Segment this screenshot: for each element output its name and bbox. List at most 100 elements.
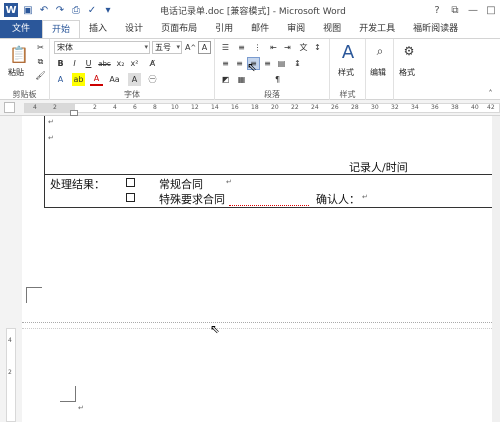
- ruler-tick: 24: [311, 104, 319, 111]
- paragraph-mark: ↵: [78, 404, 84, 412]
- tab-foxit-reader[interactable]: 福昕阅读器: [404, 20, 467, 38]
- tab-view[interactable]: 视图: [314, 20, 350, 38]
- spelling-underline: [229, 204, 309, 206]
- grow-font-icon[interactable]: A ^: [184, 41, 197, 54]
- tab-selector[interactable]: [4, 102, 15, 113]
- vruler-tick: 2: [8, 369, 12, 376]
- styles-icon[interactable]: A: [338, 41, 358, 63]
- tab-review[interactable]: 审阅: [278, 20, 314, 38]
- borders-icon[interactable]: ▦: [235, 73, 248, 86]
- tab-home[interactable]: 开始: [42, 20, 81, 38]
- char-shading-icon[interactable]: A: [128, 73, 141, 86]
- document-area[interactable]: ↵ ↵ 记录人/时间 处理结果： 常规合同 ↵ 特殊要求合同 确认人： ↵ ↵ …: [22, 116, 500, 422]
- ruler-tick: 16: [231, 104, 239, 111]
- font-size-combo[interactable]: 五号 ▾: [152, 41, 182, 54]
- ribbon-display-button[interactable]: ⧉: [446, 0, 464, 20]
- ruler-band: 4 2 2 4 6 8 10 12 14 16 18 20 22 24 26 2…: [24, 103, 500, 113]
- checkbox-special-contract[interactable]: [126, 193, 135, 202]
- bold-icon[interactable]: B: [54, 57, 67, 70]
- cut-icon[interactable]: ✂: [34, 41, 47, 54]
- format-button[interactable]: 格式: [399, 67, 415, 78]
- tab-developer[interactable]: 开发工具: [350, 20, 404, 38]
- ruler-tick: 40: [471, 104, 479, 111]
- highlight-icon[interactable]: ab: [72, 73, 85, 86]
- crop-mark: [60, 386, 76, 402]
- paste-icon[interactable]: 📋: [8, 43, 30, 65]
- ruler-tick: 26: [331, 104, 339, 111]
- tab-insert[interactable]: 插入: [80, 20, 116, 38]
- ruler-tick: 2: [93, 104, 97, 111]
- horizontal-ruler[interactable]: 4 2 2 4 6 8 10 12 14 16 18 20 22 24 26 2…: [0, 100, 500, 116]
- font-color-icon[interactable]: A: [90, 73, 103, 86]
- enclose-char-icon[interactable]: ㊀: [146, 73, 159, 86]
- numbering-icon[interactable]: ≡: [235, 41, 248, 54]
- tab-references[interactable]: 引用: [206, 20, 242, 38]
- ruler-tick: 36: [431, 104, 439, 111]
- vertical-scrollbar[interactable]: [492, 116, 500, 422]
- print-preview-icon[interactable]: ⎙: [70, 4, 82, 16]
- show-marks-icon[interactable]: ¶: [271, 73, 284, 86]
- save-icon[interactable]: ▣: [22, 4, 34, 16]
- font-name-combo[interactable]: 宋体 ▾: [54, 41, 150, 54]
- line-spacing-icon[interactable]: ↨: [291, 57, 304, 70]
- window-title: 电话记录单.doc [兼容模式] - Microsoft Word: [160, 7, 346, 17]
- clear-format-icon[interactable]: A̸: [146, 57, 159, 70]
- justify-icon[interactable]: ≡: [261, 57, 274, 70]
- align-left-icon[interactable]: ≡: [219, 57, 232, 70]
- paste-button[interactable]: 粘贴: [8, 67, 24, 78]
- customize-toolbar-icon[interactable]: ▾: [102, 4, 114, 16]
- ruler-tick: 28: [351, 104, 359, 111]
- ruler-tick: 42: [487, 104, 495, 111]
- increase-indent-icon[interactable]: ⇥: [281, 41, 294, 54]
- format-painter-icon[interactable]: 🖌: [34, 69, 47, 82]
- copy-icon[interactable]: ⧉: [34, 55, 47, 68]
- shading-icon[interactable]: ◩: [219, 73, 232, 86]
- underline-icon[interactable]: U: [82, 57, 95, 70]
- ruler-tick: 6: [133, 104, 137, 111]
- char-border-icon[interactable]: A: [198, 41, 211, 54]
- subscript-icon[interactable]: x₂: [114, 57, 127, 70]
- ruler-tick: 14: [211, 104, 219, 111]
- chinese-layout-icon[interactable]: 文: [297, 41, 310, 54]
- editing-button[interactable]: 编辑: [370, 67, 386, 78]
- strikethrough-icon[interactable]: abc: [98, 57, 111, 70]
- tab-design[interactable]: 设计: [116, 20, 152, 38]
- change-case-icon[interactable]: Aa: [108, 73, 121, 86]
- table-bottom-border: [44, 207, 500, 208]
- undo-icon[interactable]: ↶: [38, 4, 50, 16]
- sort-icon[interactable]: ↕: [311, 41, 324, 54]
- format-icon[interactable]: ⚙: [401, 43, 417, 59]
- tab-page-layout[interactable]: 页面布局: [152, 20, 206, 38]
- ruler-tick: 12: [191, 104, 199, 111]
- styles-group-label: 样式: [339, 90, 356, 99]
- styles-group: A 样式 样式: [330, 39, 366, 101]
- ruler-tick: 20: [271, 104, 279, 111]
- vertical-ruler[interactable]: 4 2: [0, 116, 22, 422]
- text-effects-icon[interactable]: A: [54, 73, 67, 86]
- binoculars-icon[interactable]: ⌕: [372, 43, 388, 59]
- collapse-ribbon-icon[interactable]: ˄: [484, 87, 497, 100]
- ruler-tick: 32: [391, 104, 399, 111]
- align-center-icon[interactable]: ≡: [233, 57, 246, 70]
- checkbox-regular-contract[interactable]: [126, 178, 135, 187]
- superscript-icon[interactable]: x²: [128, 57, 141, 70]
- decrease-indent-icon[interactable]: ⇤: [267, 41, 280, 54]
- window-controls: ? ⧉ — □: [428, 0, 500, 20]
- tab-file[interactable]: 文件: [0, 20, 43, 38]
- maximize-button[interactable]: □: [482, 0, 500, 20]
- title-bar: W ▣ ↶ ↷ ⎙ ✓ ▾ 电话记录单.doc [兼容模式] - Microso…: [0, 0, 500, 20]
- distribute-icon[interactable]: ▤: [275, 57, 288, 70]
- ruler-tick: 10: [171, 104, 179, 111]
- minimize-button[interactable]: —: [464, 0, 482, 20]
- italic-icon[interactable]: I: [68, 57, 81, 70]
- confirm-label: 确认人：: [316, 193, 360, 206]
- redo-icon[interactable]: ↷: [54, 4, 66, 16]
- help-button[interactable]: ?: [428, 0, 446, 20]
- styles-button[interactable]: 样式: [338, 67, 354, 78]
- chevron-down-icon: ▾: [144, 43, 148, 51]
- paragraph-group: ☰ ≡ ⋮ ⇤ ⇥ 文 ↕ ≡ ≡ ≡ ≡ ▤ ↨ ◩ ▦ ¶ 段落: [215, 39, 330, 101]
- tab-mailings[interactable]: 邮件: [242, 20, 278, 38]
- bullets-icon[interactable]: ☰: [219, 41, 232, 54]
- multilevel-list-icon[interactable]: ⋮: [251, 41, 264, 54]
- spelling-icon[interactable]: ✓: [86, 4, 98, 16]
